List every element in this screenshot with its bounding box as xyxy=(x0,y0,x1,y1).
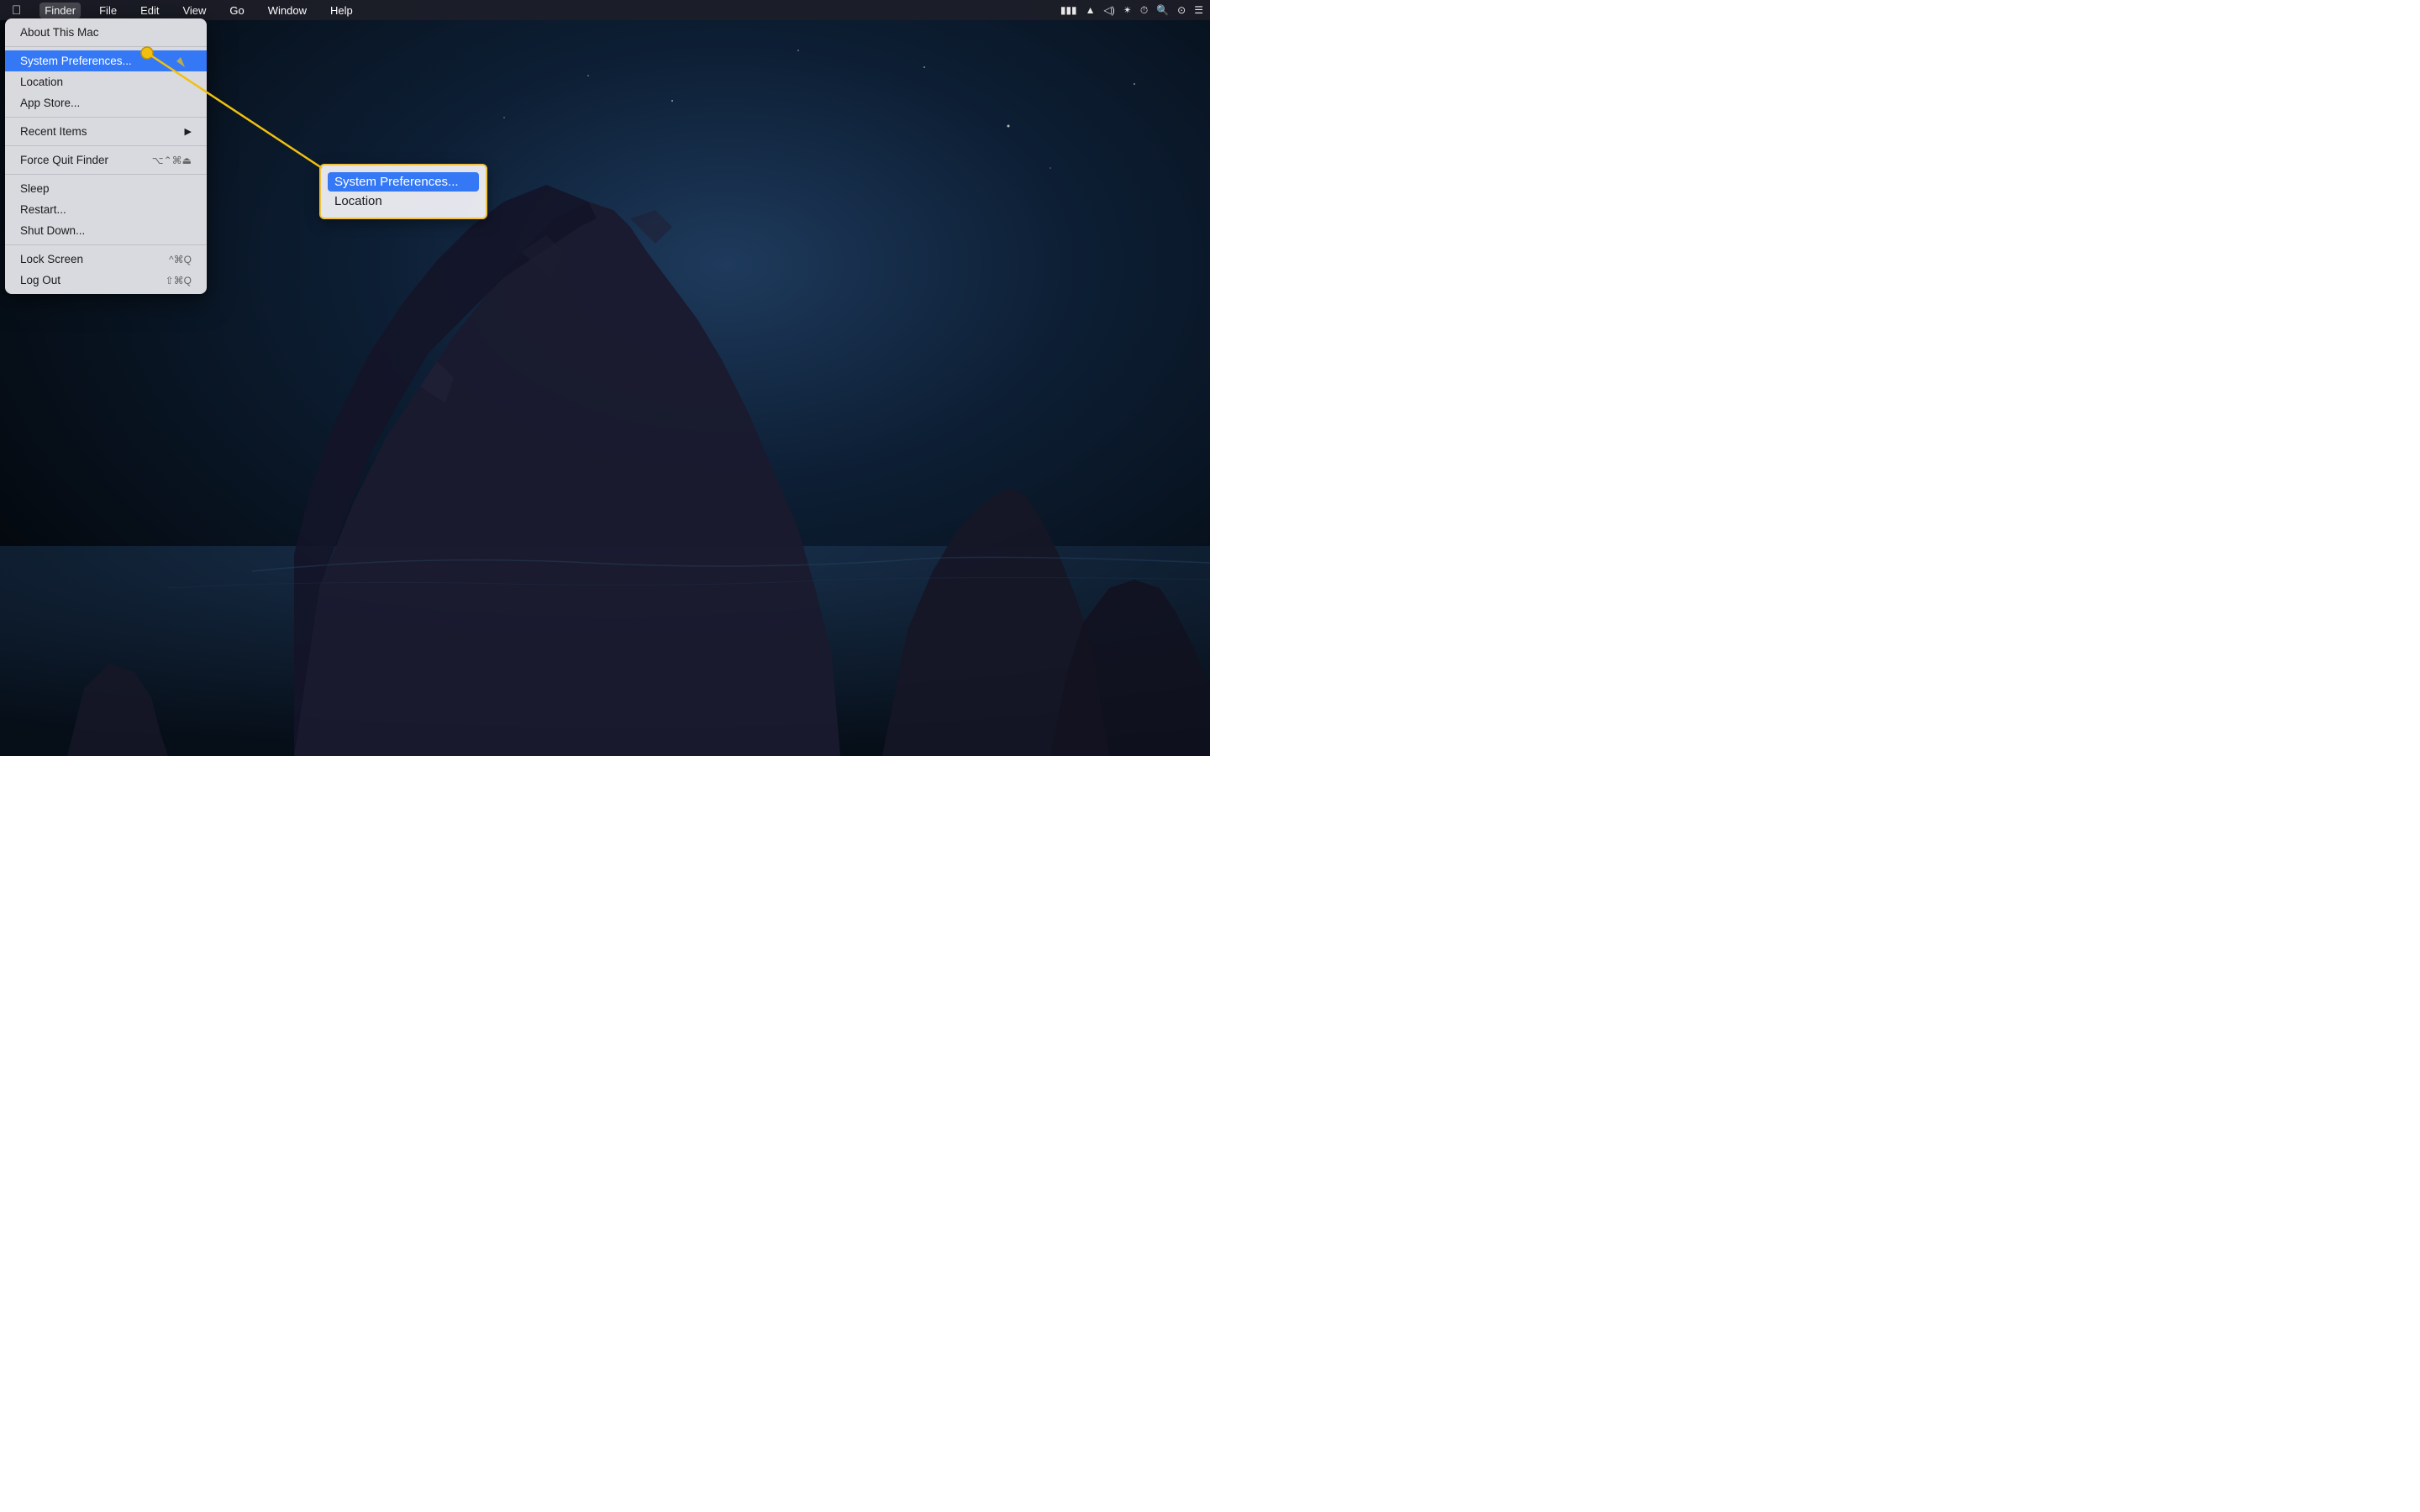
recent-items-arrow: ▶ xyxy=(185,126,192,137)
separator-2 xyxy=(5,117,207,118)
force-quit-shortcut: ⌥⌃⌘⏏ xyxy=(152,155,192,166)
menu-system-preferences[interactable]: System Preferences... xyxy=(5,50,207,71)
apple-menu-trigger[interactable]:  xyxy=(7,2,26,19)
menubar-view[interactable]: View xyxy=(177,3,211,18)
notification-center-icon[interactable]: ☰ xyxy=(1194,4,1203,16)
bluetooth-icon[interactable]: ✴ xyxy=(1123,4,1132,16)
callout-system-prefs: System Preferences... xyxy=(328,172,479,192)
menubar-window[interactable]: Window xyxy=(263,3,312,18)
menu-recent-items[interactable]: Recent Items ▶ xyxy=(5,121,207,142)
menubar-file[interactable]: File xyxy=(94,3,122,18)
menubar-right: ▮▮▮ ▲ ◁) ✴ ⏱ 🔍 ⊙ ☰ xyxy=(1060,4,1203,17)
lock-screen-shortcut: ^⌘Q xyxy=(169,254,192,265)
separator-3 xyxy=(5,145,207,146)
siri-icon[interactable]: ⊙ xyxy=(1177,4,1186,16)
menubar-edit[interactable]: Edit xyxy=(135,3,164,18)
separator-1 xyxy=(5,46,207,47)
apple-dropdown-menu: About This Mac System Preferences... Loc… xyxy=(5,18,207,294)
menu-shut-down[interactable]: Shut Down... xyxy=(5,220,207,241)
menu-app-store[interactable]: App Store... xyxy=(5,92,207,113)
menubar-help[interactable]: Help xyxy=(325,3,358,18)
menu-restart[interactable]: Restart... xyxy=(5,199,207,220)
battery-icon[interactable]: ▮▮▮ xyxy=(1060,4,1077,16)
menu-sleep[interactable]: Sleep xyxy=(5,178,207,199)
time-machine-icon[interactable]: ⏱ xyxy=(1140,4,1148,17)
log-out-shortcut: ⇧⌘Q xyxy=(166,275,192,286)
callout-box: System Preferences... Location xyxy=(319,164,487,219)
spotlight-icon[interactable]: 🔍 xyxy=(1156,4,1169,16)
menubar-go[interactable]: Go xyxy=(224,3,249,18)
separator-5 xyxy=(5,244,207,245)
menubar-left:  Finder File Edit View Go Window Help xyxy=(7,2,358,19)
menubar-finder[interactable]: Finder xyxy=(39,3,81,18)
callout-location: Location xyxy=(334,192,472,211)
menu-log-out[interactable]: Log Out ⇧⌘Q xyxy=(5,270,207,291)
volume-icon[interactable]: ◁) xyxy=(1104,4,1115,16)
desktop:  Finder File Edit View Go Window Help ▮… xyxy=(0,0,1210,756)
separator-4 xyxy=(5,174,207,175)
menu-lock-screen[interactable]: Lock Screen ^⌘Q xyxy=(5,249,207,270)
menu-location[interactable]: Location xyxy=(5,71,207,92)
menubar:  Finder File Edit View Go Window Help ▮… xyxy=(0,0,1210,20)
menu-force-quit[interactable]: Force Quit Finder ⌥⌃⌘⏏ xyxy=(5,150,207,171)
menu-about-this-mac[interactable]: About This Mac xyxy=(5,22,207,43)
wifi-icon[interactable]: ▲ xyxy=(1086,4,1096,16)
